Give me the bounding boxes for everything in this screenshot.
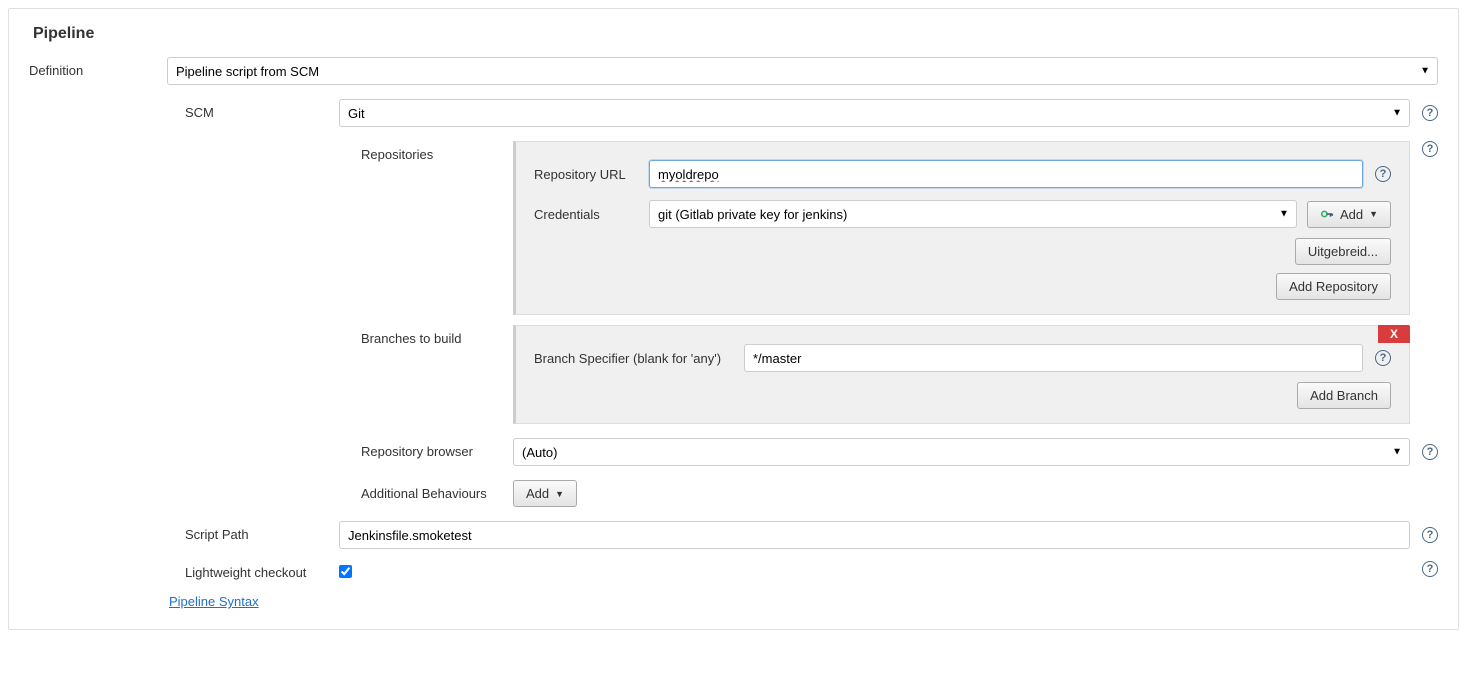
caret-icon: ▼ xyxy=(1369,209,1378,219)
key-icon xyxy=(1320,207,1334,221)
repo-url-input[interactable] xyxy=(649,160,1363,188)
repositories-row: Repositories Repository URL ? Credential… xyxy=(29,141,1438,315)
definition-label: Definition xyxy=(29,57,167,78)
lightweight-row: Lightweight checkout ? xyxy=(29,559,1438,580)
additional-behaviours-label: Additional Behaviours xyxy=(361,480,513,501)
repo-browser-row: Repository browser (Auto) ▼ ? xyxy=(29,438,1438,466)
branches-row: Branches to build X Branch Specifier (bl… xyxy=(29,325,1438,424)
help-icon[interactable]: ? xyxy=(1375,350,1391,366)
lightweight-label: Lightweight checkout xyxy=(185,559,339,580)
repo-browser-select[interactable]: (Auto) xyxy=(513,438,1410,466)
branch-block: X Branch Specifier (blank for 'any') ? A… xyxy=(513,325,1410,424)
add-repository-button[interactable]: Add Repository xyxy=(1276,273,1391,300)
pipeline-config-panel: Pipeline Definition Pipeline script from… xyxy=(8,8,1459,630)
script-path-input[interactable] xyxy=(339,521,1410,549)
section-title: Pipeline xyxy=(33,25,1438,43)
script-path-row: Script Path ? xyxy=(29,521,1438,549)
definition-select[interactable]: Pipeline script from SCM xyxy=(167,57,1438,85)
repository-block: Repository URL ? Credentials git (Gitlab… xyxy=(513,141,1410,315)
repo-browser-label: Repository browser xyxy=(361,438,513,459)
branch-specifier-label: Branch Specifier (blank for 'any') xyxy=(534,351,744,366)
help-icon[interactable]: ? xyxy=(1422,105,1438,121)
help-icon[interactable]: ? xyxy=(1422,561,1438,577)
repo-url-label: Repository URL xyxy=(534,167,649,182)
help-icon[interactable]: ? xyxy=(1422,527,1438,543)
additional-behaviours-row: Additional Behaviours Add ▼ xyxy=(29,480,1438,507)
scm-row: SCM Git ▼ ? xyxy=(29,99,1438,127)
scm-label: SCM xyxy=(185,99,339,120)
help-icon[interactable]: ? xyxy=(1422,141,1438,157)
lightweight-checkbox[interactable] xyxy=(339,565,352,578)
advanced-button[interactable]: Uitgebreid... xyxy=(1295,238,1391,265)
script-path-label: Script Path xyxy=(185,521,339,542)
branches-label: Branches to build xyxy=(361,325,513,346)
pipeline-syntax-link[interactable]: Pipeline Syntax xyxy=(169,594,259,609)
delete-branch-button[interactable]: X xyxy=(1378,325,1410,343)
repositories-label: Repositories xyxy=(361,141,513,162)
help-icon[interactable]: ? xyxy=(1422,444,1438,460)
add-branch-button[interactable]: Add Branch xyxy=(1297,382,1391,409)
caret-icon: ▼ xyxy=(555,489,564,499)
credentials-select[interactable]: git (Gitlab private key for jenkins) xyxy=(649,200,1297,228)
add-credential-button[interactable]: Add ▼ xyxy=(1307,201,1391,228)
credentials-label: Credentials xyxy=(534,207,649,222)
branch-specifier-input[interactable] xyxy=(744,344,1363,372)
definition-row: Definition Pipeline script from SCM ▼ xyxy=(29,57,1438,85)
add-behaviour-button[interactable]: Add ▼ xyxy=(513,480,577,507)
help-icon[interactable]: ? xyxy=(1375,166,1391,182)
scm-select[interactable]: Git xyxy=(339,99,1410,127)
